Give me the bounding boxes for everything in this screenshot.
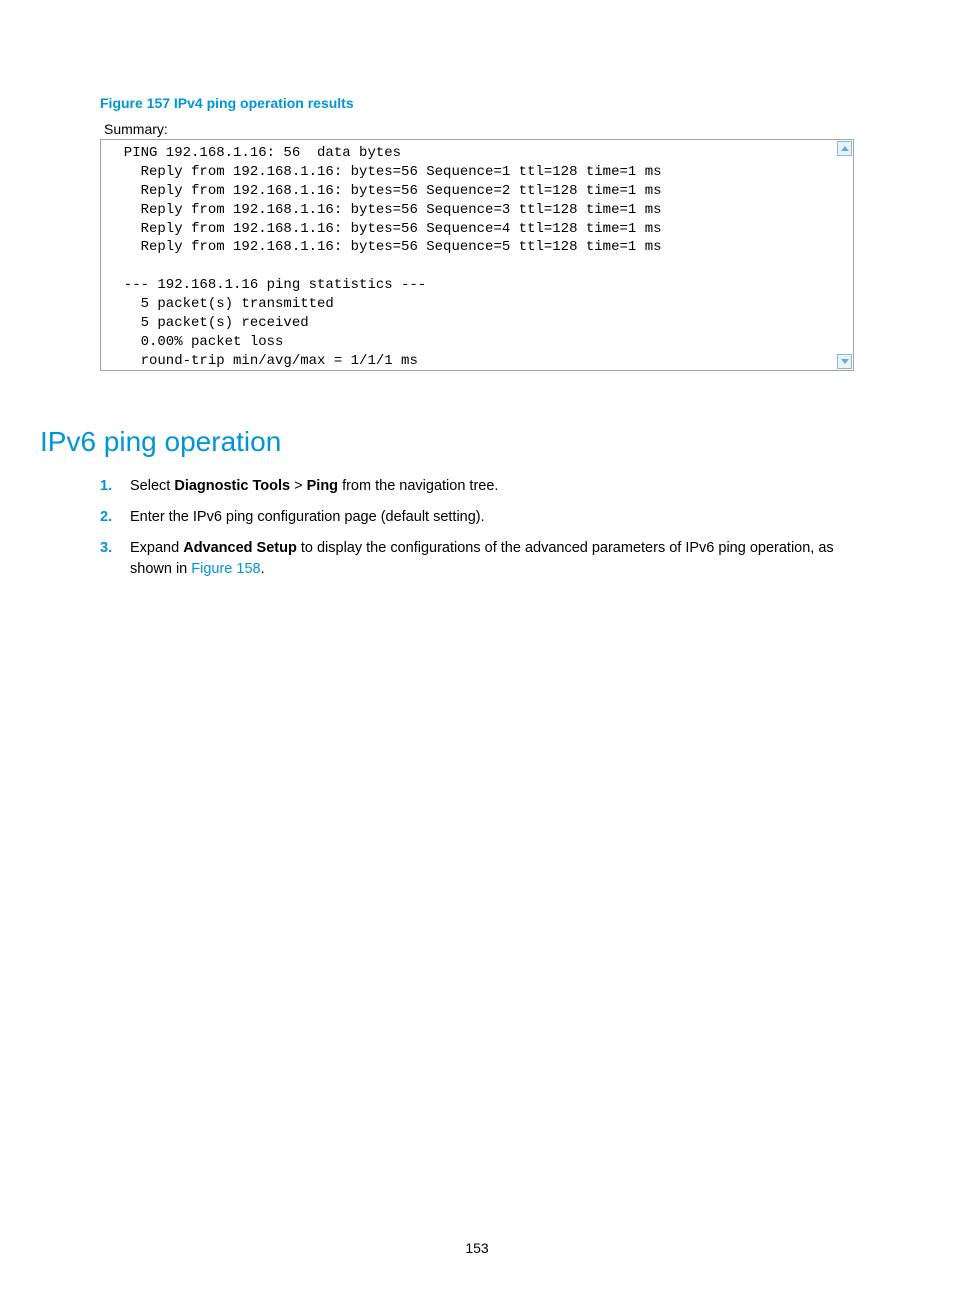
step-2: Enter the IPv6 ping configuration page (…	[100, 507, 854, 528]
scroll-down-button[interactable]	[837, 354, 852, 369]
nav-ping: Ping	[307, 478, 338, 494]
step-text: Select	[130, 478, 174, 494]
advanced-setup-label: Advanced Setup	[183, 540, 297, 556]
step-1: Select Diagnostic Tools > Ping from the …	[100, 476, 854, 497]
nav-diagnostic-tools: Diagnostic Tools	[174, 478, 290, 494]
section-heading: IPv6 ping operation	[40, 426, 854, 458]
step-text: Enter the IPv6 ping configuration page (…	[130, 509, 485, 525]
figure-caption: Figure 157 IPv4 ping operation results	[100, 95, 854, 111]
scroll-up-button[interactable]	[837, 141, 852, 156]
step-text: .	[261, 561, 265, 577]
page-number: 153	[0, 1240, 954, 1256]
step-text: Expand	[130, 540, 183, 556]
summary-box: PING 192.168.1.16: 56 data bytes Reply f…	[100, 139, 854, 371]
summary-label: Summary:	[104, 121, 854, 137]
step-text: >	[290, 478, 307, 494]
figure-link[interactable]: Figure 158	[191, 561, 260, 577]
ping-output: PING 192.168.1.16: 56 data bytes Reply f…	[101, 140, 853, 375]
steps-list: Select Diagnostic Tools > Ping from the …	[100, 476, 854, 580]
step-text: from the navigation tree.	[338, 478, 498, 494]
step-3: Expand Advanced Setup to display the con…	[100, 538, 854, 580]
